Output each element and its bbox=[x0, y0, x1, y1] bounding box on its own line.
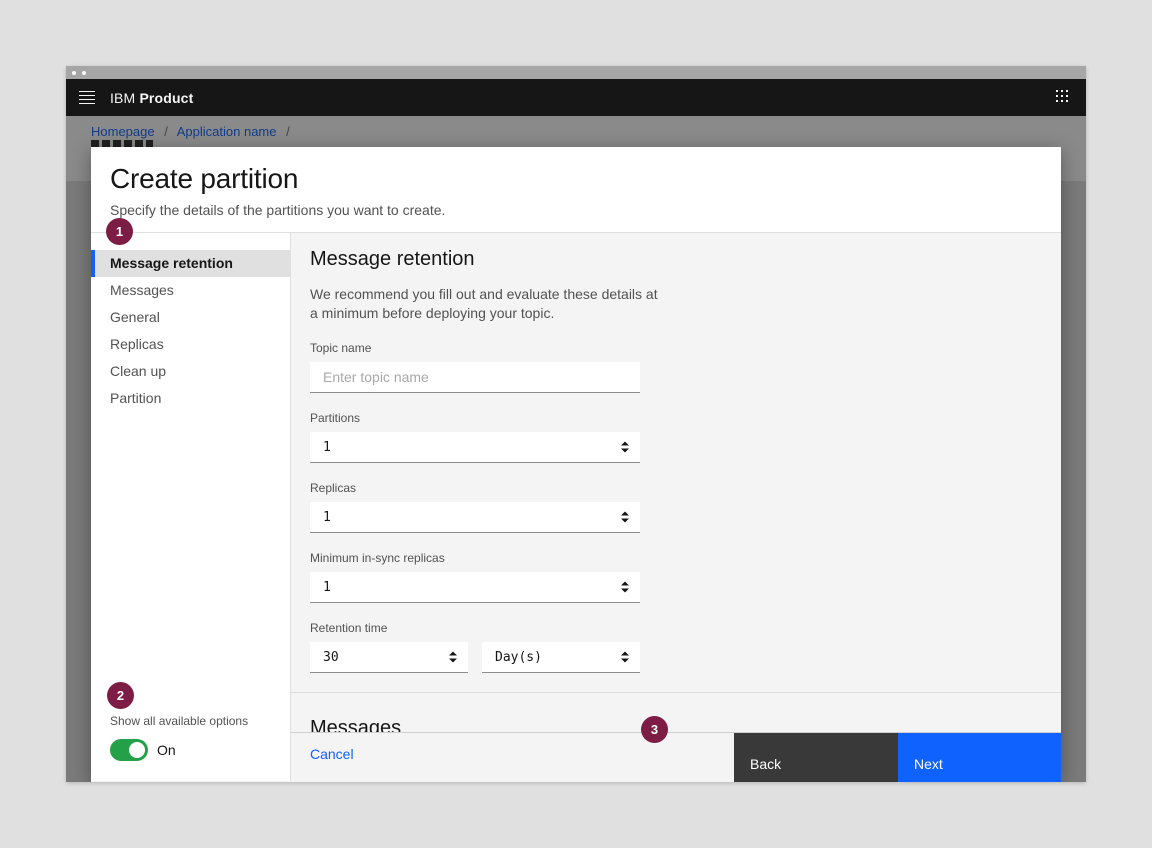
annotation-badge-2: 2 bbox=[107, 682, 134, 709]
annotation-badge-3: 3 bbox=[641, 716, 668, 743]
stepper-arrows-icon[interactable] bbox=[621, 652, 629, 663]
section-heading-messages: Messages bbox=[310, 717, 1042, 732]
partitions-field: Partitions 1 bbox=[310, 411, 1042, 463]
stepper-arrows-icon[interactable] bbox=[449, 652, 457, 663]
partitions-stepper[interactable]: 1 bbox=[310, 432, 640, 463]
app-header: IBM Product bbox=[66, 79, 1086, 116]
replicas-field: Replicas 1 bbox=[310, 481, 1042, 533]
brand-prefix: IBM bbox=[110, 90, 135, 106]
nav-item-message-retention[interactable]: Message retention bbox=[91, 250, 290, 277]
cancel-button[interactable]: Cancel bbox=[310, 746, 354, 762]
create-partition-tearsheet: 1 2 3 Create partition Specify the detai… bbox=[91, 147, 1061, 782]
nav-item-messages[interactable]: Messages bbox=[91, 277, 290, 304]
back-button[interactable]: Back bbox=[734, 733, 898, 782]
section-nav: Message retention Messages General Repli… bbox=[91, 250, 290, 412]
show-all-options-toggle[interactable] bbox=[110, 739, 148, 761]
form-scroll-area[interactable]: Message retention We recommend you fill … bbox=[291, 233, 1061, 732]
page-behind-modal: Homepage / Application name / 1 2 3 Crea… bbox=[66, 116, 1086, 782]
screenshot-stage: IBM Product Homepage / Application name … bbox=[0, 0, 1152, 848]
section-description: We recommend you fill out and evaluate t… bbox=[310, 285, 662, 323]
modal-title: Create partition bbox=[110, 162, 1061, 196]
retention-time-field: Retention time 30 Day(s) bbox=[310, 621, 1042, 673]
stepper-arrows-icon[interactable] bbox=[621, 582, 629, 593]
window-titlebar[interactable] bbox=[66, 66, 1086, 79]
retention-time-stepper[interactable]: 30 bbox=[310, 642, 468, 673]
nav-item-partition[interactable]: Partition bbox=[91, 385, 290, 412]
partitions-label: Partitions bbox=[310, 411, 1042, 425]
nav-item-replicas[interactable]: Replicas bbox=[91, 331, 290, 358]
toggle-caption: Show all available options bbox=[110, 714, 248, 728]
toggle-state-label: On bbox=[157, 742, 176, 758]
brand-suffix: Product bbox=[139, 90, 193, 106]
modal-body: Message retention Messages General Repli… bbox=[91, 233, 1061, 781]
replicas-stepper[interactable]: 1 bbox=[310, 502, 640, 533]
nav-item-general[interactable]: General bbox=[91, 304, 290, 331]
replicas-value: 1 bbox=[323, 510, 331, 525]
topic-name-input[interactable] bbox=[310, 362, 640, 393]
stepper-arrows-icon[interactable] bbox=[621, 442, 629, 453]
replicas-label: Replicas bbox=[310, 481, 1042, 495]
show-all-options-block: Show all available options On bbox=[110, 714, 248, 761]
topic-name-label: Topic name bbox=[310, 341, 1042, 355]
next-button[interactable]: Next bbox=[898, 733, 1061, 782]
retention-time-label: Retention time bbox=[310, 621, 1042, 635]
min-insync-replicas-value: 1 bbox=[323, 580, 331, 595]
partitions-value: 1 bbox=[323, 440, 331, 455]
topic-name-field: Topic name bbox=[310, 341, 1042, 393]
modal-subtitle: Specify the details of the partitions yo… bbox=[110, 202, 1061, 218]
window-control-dot[interactable] bbox=[72, 71, 76, 75]
annotation-badge-1: 1 bbox=[106, 218, 133, 245]
product-brand: IBM Product bbox=[110, 90, 193, 106]
retention-unit-value: Day(s) bbox=[495, 650, 542, 665]
modal-footer: Cancel Back Next bbox=[291, 732, 1061, 781]
browser-window: IBM Product Homepage / Application name … bbox=[66, 66, 1086, 782]
menu-icon[interactable] bbox=[79, 91, 95, 105]
retention-unit-select[interactable]: Day(s) bbox=[482, 642, 640, 673]
window-control-dot[interactable] bbox=[82, 71, 86, 75]
modal-form-column: Message retention We recommend you fill … bbox=[291, 233, 1061, 781]
app-switcher-icon[interactable] bbox=[1056, 90, 1071, 105]
toggle-knob bbox=[129, 742, 145, 758]
min-insync-replicas-stepper[interactable]: 1 bbox=[310, 572, 640, 603]
stepper-arrows-icon[interactable] bbox=[621, 512, 629, 523]
modal-header: Create partition Specify the details of … bbox=[91, 147, 1061, 233]
min-insync-replicas-field: Minimum in-sync replicas 1 bbox=[310, 551, 1042, 603]
footer-cancel-area: Cancel bbox=[291, 733, 734, 781]
min-insync-replicas-label: Minimum in-sync replicas bbox=[310, 551, 1042, 565]
section-heading-message-retention: Message retention bbox=[310, 248, 1042, 271]
section-divider bbox=[291, 692, 1061, 693]
retention-time-value: 30 bbox=[323, 650, 339, 665]
nav-item-clean-up[interactable]: Clean up bbox=[91, 358, 290, 385]
